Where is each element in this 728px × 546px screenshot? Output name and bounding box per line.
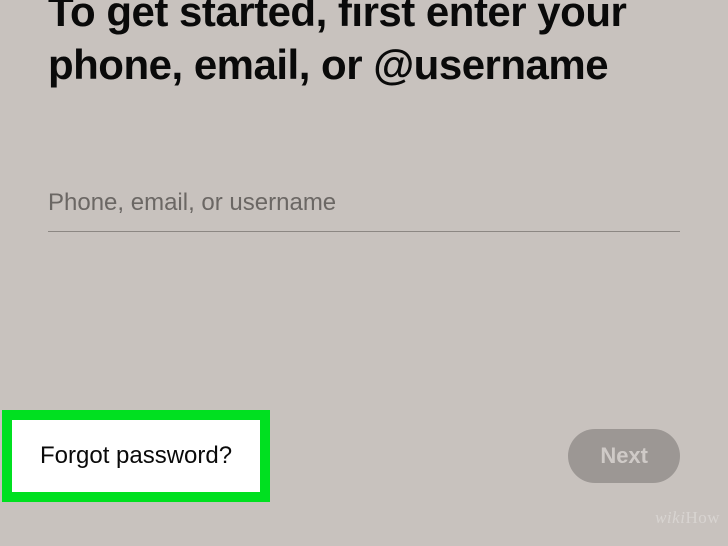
next-button[interactable]: Next <box>568 429 680 483</box>
tutorial-highlight: Forgot password? <box>2 410 270 502</box>
forgot-password-link[interactable]: Forgot password? <box>40 442 232 469</box>
watermark: wikiHow <box>655 508 720 528</box>
page-heading: To get started, first enter your phone, … <box>0 0 728 91</box>
identifier-input[interactable] <box>48 181 680 232</box>
bottom-action-bar: Forgot password? Next <box>0 410 728 502</box>
identifier-input-wrapper <box>48 181 680 232</box>
